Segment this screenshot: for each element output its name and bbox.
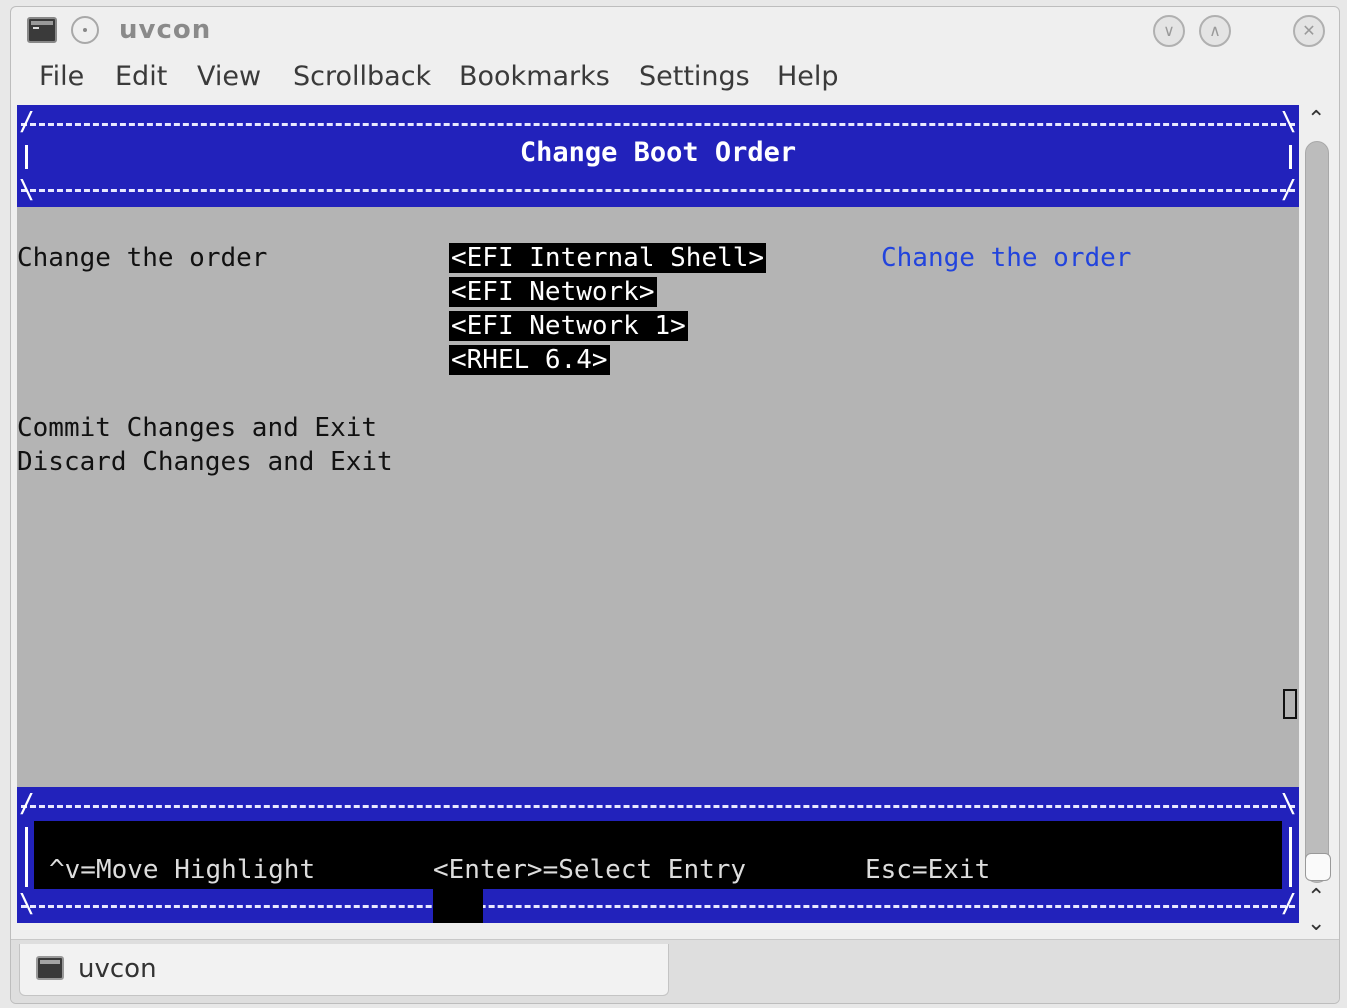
tab-label: uvcon <box>78 954 157 984</box>
key-help-move: ^v=Move Highlight <box>49 855 316 885</box>
boot-entry[interactable]: <EFI Internal Shell> <box>449 243 767 273</box>
scroll-thumb[interactable] <box>1305 853 1331 881</box>
commit-changes-option[interactable]: Commit Changes and Exit <box>17 413 377 443</box>
title-bar: uvcon ∨ ∧ ✕ <box>11 7 1339 53</box>
menu-file[interactable]: File <box>39 61 84 92</box>
scroll-down-icon[interactable]: ⌄ <box>1307 911 1325 936</box>
menu-bookmarks[interactable]: Bookmarks <box>459 61 610 92</box>
page-title: Change Boot Order <box>519 137 797 168</box>
help-text: Change the order <box>881 243 1132 273</box>
footer-bottom-border <box>21 905 1295 908</box>
terminal-screen[interactable]: / \ \ / Change Boot Order Change the ord… <box>17 105 1299 923</box>
tab-uvcon[interactable]: uvcon <box>19 944 669 996</box>
terminal-cursor <box>1283 689 1297 719</box>
boot-entry[interactable]: <EFI Network 1> <box>449 311 688 341</box>
scroll-up-icon[interactable]: ⌃ <box>1307 885 1325 910</box>
terminal-icon[interactable] <box>27 17 57 43</box>
footer-left-pipe <box>25 827 28 887</box>
boot-entry[interactable]: <RHEL 6.4> <box>449 345 610 375</box>
header-corner-bl: \ <box>19 175 35 205</box>
discard-changes-option[interactable]: Discard Changes and Exit <box>17 447 393 477</box>
boot-entry[interactable]: <EFI Network> <box>449 277 657 307</box>
footer-right-pipe <box>1289 827 1292 887</box>
menu-edit[interactable]: Edit <box>115 61 167 92</box>
maximize-icon[interactable]: ∧ <box>1199 15 1231 47</box>
order-label: Change the order <box>17 243 268 273</box>
header-top-border <box>21 123 1295 126</box>
scroll-up-icon[interactable]: ⌃ <box>1307 107 1325 132</box>
header-corner-tl: / <box>19 107 35 137</box>
menu-bar: File Edit View Scrollback Bookmarks Sett… <box>11 55 1339 99</box>
footer-corner-tl: / <box>19 789 35 819</box>
footer-corner-br: / <box>1281 889 1297 919</box>
menu-help[interactable]: Help <box>777 61 839 92</box>
header-bottom-border <box>21 189 1295 192</box>
key-help-exit: Esc=Exit <box>865 855 991 885</box>
header-corner-br: / <box>1281 175 1297 205</box>
menu-scrollback[interactable]: Scrollback <box>293 61 431 92</box>
key-help-select: <Enter>=Select Entry <box>433 855 747 885</box>
tab-bar: uvcon <box>11 939 1339 1003</box>
footer-corner-tr: \ <box>1281 789 1297 819</box>
header-band: / \ \ / Change Boot Order <box>17 105 1299 207</box>
minimize-icon[interactable]: ∨ <box>1153 15 1185 47</box>
menu-view[interactable]: View <box>197 61 261 92</box>
vertical-scrollbar[interactable]: ⌃ ⌃ ⌄ <box>1303 105 1333 939</box>
window-title: uvcon <box>119 15 212 45</box>
footer-top-border <box>21 805 1295 808</box>
footer-corner-bl: \ <box>19 889 35 919</box>
pin-icon[interactable] <box>71 16 99 44</box>
terminal-icon <box>36 956 64 980</box>
header-corner-tr: \ <box>1281 107 1297 137</box>
footer-notch <box>433 889 483 923</box>
close-icon[interactable]: ✕ <box>1293 15 1325 47</box>
scroll-track[interactable] <box>1305 141 1329 883</box>
konsole-window: uvcon ∨ ∧ ✕ File Edit View Scrollback Bo… <box>10 6 1340 1004</box>
menu-settings[interactable]: Settings <box>639 61 750 92</box>
